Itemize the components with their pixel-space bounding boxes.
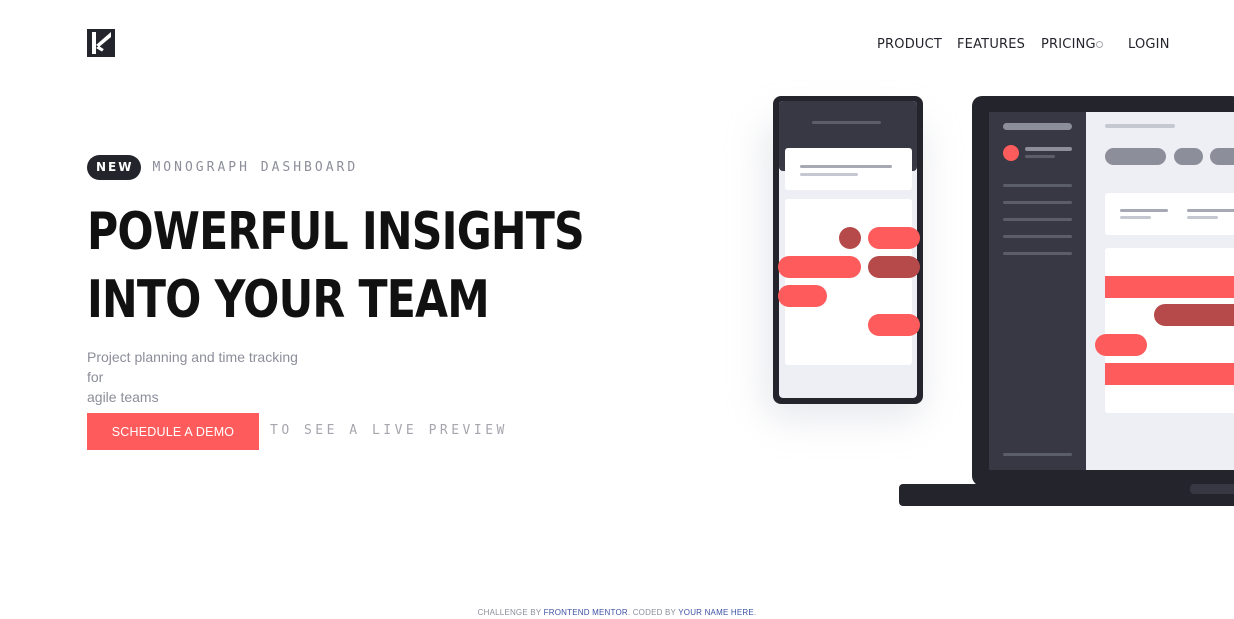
badge-caption: MONOGRAPH DASHBOARD	[152, 160, 359, 175]
cta-note: TO SEE A LIVE PREVIEW	[270, 423, 508, 438]
subtitle-line-2: agile teams	[87, 389, 159, 405]
hero-subtitle: Project planning and time tracking for a…	[87, 347, 317, 407]
frontend-mentor-link[interactable]: FRONTEND MENTOR	[544, 608, 628, 617]
nav-login[interactable]: LOGIN	[1128, 37, 1170, 52]
nav-dot-icon	[1096, 41, 1103, 48]
nav-features[interactable]: FEATURES	[957, 37, 1025, 52]
nav-product[interactable]: PRODUCT	[877, 37, 942, 52]
hero-headline: POWERFUL INSIGHTS INTO YOUR TEAM	[87, 198, 585, 334]
footer-attribution: CHALLENGE BY FRONTEND MENTOR. CODED BY Y…	[0, 608, 1234, 617]
headline-line-2: INTO YOUR TEAM	[87, 270, 490, 330]
laptop-illustration	[899, 96, 1234, 506]
phone-illustration	[773, 96, 923, 404]
nav-pricing[interactable]: PRICING	[1041, 37, 1096, 52]
new-badge: NEW	[87, 155, 142, 180]
footer-middle: . CODED BY	[627, 608, 679, 617]
logo-icon[interactable]	[87, 29, 115, 57]
footer-prefix: CHALLENGE BY	[477, 608, 544, 617]
schedule-demo-button[interactable]: SCHEDULE A DEMO	[87, 413, 259, 450]
headline-line-1: POWERFUL INSIGHTS	[87, 202, 585, 262]
dashboard-illustration	[764, 96, 1234, 506]
footer-suffix: .	[753, 608, 757, 617]
author-link[interactable]: YOUR NAME HERE	[678, 608, 754, 617]
hero-badge-row: NEW MONOGRAPH DASHBOARD	[87, 155, 358, 180]
subtitle-line-1: Project planning and time tracking for	[87, 349, 298, 385]
